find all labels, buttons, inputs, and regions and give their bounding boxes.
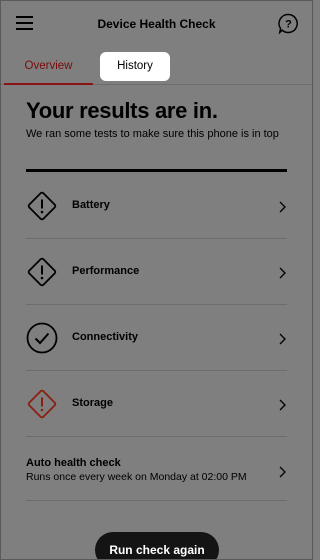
check-row-storage[interactable]: Storage (26, 371, 287, 437)
auto-check-title: Auto health check (26, 457, 121, 469)
tab-history[interactable]: History (100, 52, 170, 81)
warning-diamond-icon (26, 388, 58, 420)
chevron-right-icon (278, 266, 286, 279)
warning-diamond-icon (26, 190, 58, 222)
check-label: Storage (72, 397, 113, 409)
run-check-again-button[interactable]: Run check again (95, 532, 219, 560)
check-label: Battery (72, 199, 110, 211)
check-row-performance[interactable]: Performance (26, 239, 287, 305)
check-circle-icon (26, 322, 58, 354)
auto-health-check-row[interactable]: Auto health check Runs once every week o… (26, 437, 287, 501)
chevron-right-icon (278, 332, 286, 345)
auto-check-schedule: Runs once every week on Monday at 02:00 … (26, 471, 247, 483)
check-row-battery[interactable]: Battery (26, 173, 287, 239)
tab-bar: Overview History (0, 52, 313, 85)
help-icon[interactable]: ? (278, 13, 299, 35)
chevron-right-icon (278, 465, 286, 478)
chevron-right-icon (278, 398, 286, 411)
tab-overview[interactable]: Overview (4, 52, 93, 85)
svg-text:?: ? (285, 19, 292, 31)
check-label: Connectivity (72, 331, 139, 343)
check-label: Performance (72, 265, 140, 277)
app-header: Device Health Check ? (0, 0, 313, 48)
results-subtitle: We ran some tests to make sure this phon… (26, 128, 279, 140)
section-divider (26, 169, 287, 172)
warning-diamond-icon (26, 256, 58, 288)
chevron-right-icon (278, 200, 286, 213)
page-title: Device Health Check (97, 17, 216, 31)
check-row-connectivity[interactable]: Connectivity (26, 305, 287, 371)
results-heading: Your results are in. (26, 98, 218, 123)
